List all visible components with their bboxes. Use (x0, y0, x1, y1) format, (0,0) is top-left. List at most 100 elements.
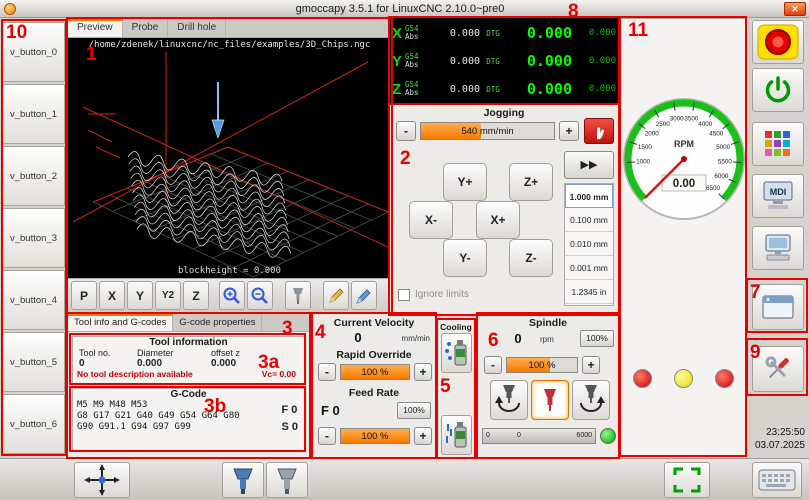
rapid-override-slider[interactable]: 100 % (340, 364, 410, 380)
svg-text:4500: 4500 (709, 131, 724, 138)
app-icon (4, 3, 16, 15)
zoom-in-button[interactable] (219, 281, 245, 310)
fullscreen-button[interactable] (664, 462, 710, 498)
rpm-label: RPM (674, 139, 694, 149)
increment-item[interactable]: 0.001 mm (565, 256, 613, 280)
current-velocity-title: Current Velocity (313, 317, 435, 329)
svg-text:4000: 4000 (698, 121, 713, 128)
spindle-stop-button[interactable] (531, 380, 569, 420)
mode-mdi-button[interactable]: MDI (752, 174, 804, 218)
dtg-label: DTG (480, 57, 506, 66)
spindle-ccw-icon (493, 383, 525, 417)
tab-preview[interactable]: Preview (68, 19, 123, 37)
spindle-override-slider[interactable]: 100 % (506, 357, 578, 373)
increment-item[interactable]: 0.100 mm (565, 208, 613, 232)
increment-item[interactable]: 1.2345 in (565, 280, 613, 304)
flood-button[interactable] (441, 415, 472, 455)
spindle-override-value: 100 % (507, 358, 577, 372)
active-gcodes-2: G90 G91.1 G94 G97 G99 (77, 422, 304, 433)
jog-speed-minus-button[interactable]: - (396, 121, 416, 141)
jog-y-minus-button[interactable]: Y- (443, 239, 487, 277)
abs-value: 0.000 (430, 56, 480, 67)
feed-rate-slider[interactable]: 100 % (340, 428, 410, 444)
spindle-minus-button[interactable]: - (484, 356, 502, 374)
window-icon (760, 292, 796, 322)
jog-speed-slider[interactable]: 540 mm/min (420, 122, 555, 140)
show-dialogs-button[interactable] (752, 284, 804, 330)
gray-tool-icon (274, 465, 300, 495)
mode-auto-button[interactable] (752, 226, 804, 270)
sidebar-v-button-3[interactable]: v_button_3 (2, 208, 65, 268)
feed-minus-button[interactable]: - (318, 427, 336, 445)
tab-tool-info[interactable]: Tool info and G-codes (68, 314, 173, 331)
abs-value: 0.000 (430, 84, 480, 95)
tool-change-button[interactable] (266, 462, 308, 498)
svg-text:6000: 6000 (714, 173, 729, 180)
ignore-limits-checkbox[interactable] (398, 289, 410, 301)
estop-button[interactable] (752, 20, 804, 64)
dro-panel[interactable]: X G54Abs 0.000 DTG 0.000 0.000 Y G54Abs … (389, 18, 619, 104)
active-mcodes: M5 M9 M48 M53 (77, 400, 304, 411)
dro-row-z: Z G54Abs 0.000 DTG 0.000 0.000 (392, 75, 616, 103)
increment-item[interactable]: 1.000 mm (565, 184, 613, 208)
jog-x-minus-button[interactable]: X- (409, 201, 453, 239)
view-x-button[interactable]: X (99, 281, 125, 310)
touch-jog-button[interactable] (584, 118, 614, 144)
sidebar-v-button-4[interactable]: v_button_4 (2, 270, 65, 330)
cooling-title: Cooling (438, 322, 474, 332)
feed-value: F 0 (321, 403, 340, 418)
jog-rapid-button[interactable]: ▶▶ (564, 151, 614, 179)
sidebar-v-button-2[interactable]: v_button_2 (2, 146, 65, 206)
feed-plus-button[interactable]: + (414, 427, 432, 445)
spindle-speed-scale[interactable]: 0 0 6000 (482, 428, 596, 444)
current-velocity-value: 0 (333, 330, 383, 345)
jog-x-plus-button[interactable]: X+ (476, 201, 520, 239)
jog-y-plus-button[interactable]: Y+ (443, 163, 487, 201)
zoom-out-button[interactable] (247, 281, 273, 310)
clock: 23:25:50 03.07.2025 (755, 426, 805, 452)
sidebar-v-button-1[interactable]: v_button_1 (2, 84, 65, 144)
spindle-ccw-button[interactable] (490, 380, 528, 420)
gremlin-3d-preview[interactable]: blockheight = 0.000 (68, 52, 391, 278)
active-gcodes-1: G8 G17 G21 G40 G49 G54 G64 G80 (77, 411, 304, 422)
settings-tools-button[interactable] (752, 346, 804, 392)
sidebar-v-button-0[interactable]: v_button_0 (2, 22, 65, 82)
spindle-cw-button[interactable] (572, 380, 610, 420)
estop-icon (757, 24, 799, 60)
view-p-button[interactable]: P (71, 281, 97, 310)
axis-position-value: 0.000 (506, 80, 572, 98)
mist-button[interactable] (441, 333, 472, 373)
offset-z-value: 0.000 (211, 358, 281, 369)
sidebar-v-button-5[interactable]: v_button_5 (2, 332, 65, 392)
rapid-minus-button[interactable]: - (318, 363, 336, 381)
abs-label: Abs (405, 89, 430, 97)
rapid-plus-button[interactable]: + (414, 363, 432, 381)
machine-on-button[interactable] (752, 68, 804, 112)
spindle-reset-button[interactable]: 100% (580, 330, 614, 347)
view-y-button[interactable]: Y (127, 281, 153, 310)
tool-measure-button[interactable] (222, 462, 264, 498)
tab-probe[interactable]: Probe (123, 19, 169, 37)
tab-gcode-properties[interactable]: G-code properties (173, 314, 262, 331)
view-y2-button[interactable]: Y2 (155, 281, 181, 310)
spindle-plus-button[interactable]: + (582, 356, 600, 374)
tab-drill-hole[interactable]: Drill hole (168, 19, 226, 37)
touch-off-button[interactable] (74, 462, 130, 498)
ignore-limits-label: Ignore limits (415, 289, 469, 300)
feed-reset-button[interactable]: 100% (397, 402, 431, 419)
sidebar-v-button-6[interactable]: v_button_6 (2, 394, 65, 454)
mode-manual-button[interactable] (752, 122, 804, 166)
rpm-gauge: 1000150020002500300035004000450050005500… (622, 97, 746, 221)
edit-gcode-button[interactable] (323, 281, 349, 310)
redraw-button[interactable] (351, 281, 377, 310)
jog-z-minus-button[interactable]: Z- (509, 239, 553, 277)
spindle-unit: rpm (540, 335, 554, 344)
clear-plot-button[interactable] (285, 281, 311, 310)
view-z-button[interactable]: Z (183, 281, 209, 310)
spindle-title: Spindle (478, 317, 618, 329)
close-button[interactable]: ✕ (784, 2, 806, 16)
jog-speed-plus-button[interactable]: + (559, 121, 579, 141)
jog-z-plus-button[interactable]: Z+ (509, 163, 553, 201)
keyboard-button[interactable] (752, 462, 802, 498)
increment-item[interactable]: 0.010 mm (565, 232, 613, 256)
